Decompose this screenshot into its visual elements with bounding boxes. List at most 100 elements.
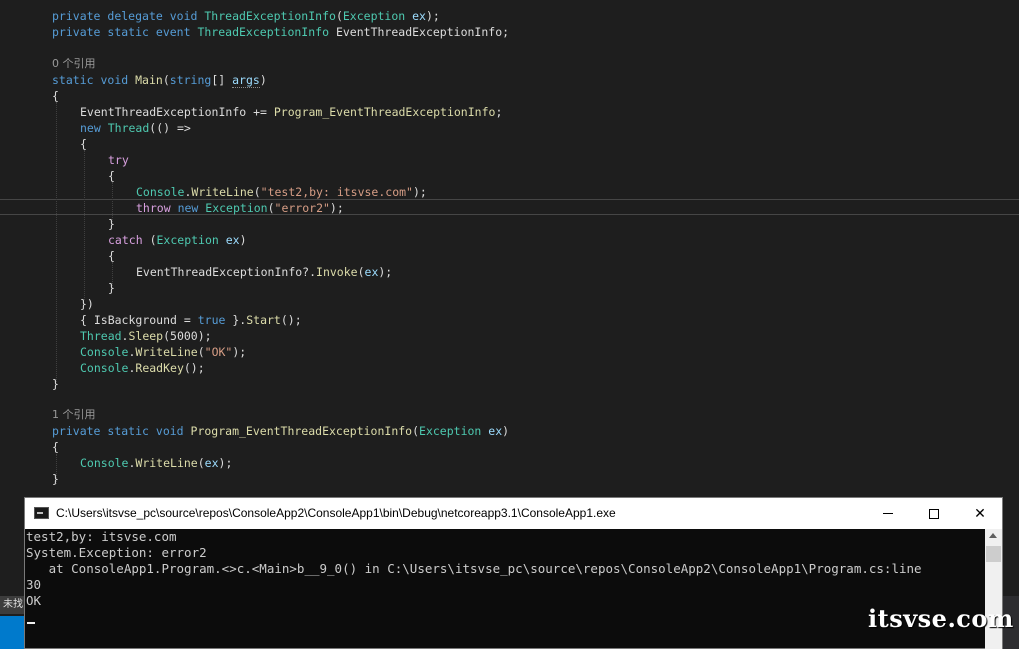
punctuation: ); bbox=[425, 9, 440, 23]
code-line[interactable]: } bbox=[52, 376, 59, 392]
type-name: Console bbox=[136, 185, 185, 199]
status-bar-fragment bbox=[0, 616, 26, 649]
code-line[interactable]: { bbox=[108, 248, 115, 264]
close-button[interactable]: ✕ bbox=[957, 498, 1003, 529]
code-line[interactable]: } bbox=[108, 216, 115, 232]
operator: = bbox=[176, 313, 198, 327]
punctuation: [] bbox=[211, 73, 226, 87]
code-line[interactable]: Thread.Sleep(5000); bbox=[80, 328, 212, 344]
console-line: at ConsoleApp1.Program.<>c.<Main>b__9_0(… bbox=[26, 561, 922, 576]
keyword: throw bbox=[136, 201, 171, 215]
method-name: WriteLine bbox=[135, 456, 198, 470]
punctuation: ( bbox=[335, 9, 343, 23]
keyword: try bbox=[108, 153, 129, 167]
punctuation: ) bbox=[502, 424, 510, 438]
property-name: IsBackground bbox=[93, 313, 177, 327]
type-name: Exception bbox=[342, 9, 406, 23]
punctuation: ); bbox=[232, 345, 247, 359]
code-line[interactable]: { bbox=[52, 88, 59, 104]
method-name: Start bbox=[246, 313, 281, 327]
punctuation: }. bbox=[225, 313, 247, 327]
method-name: Program_EventThreadExceptionInfo bbox=[273, 105, 496, 119]
type-name: Console bbox=[80, 361, 129, 375]
method-name: WriteLine bbox=[135, 345, 198, 359]
code-line[interactable]: Console.WriteLine("OK"); bbox=[80, 344, 246, 360]
punctuation: (); bbox=[183, 361, 205, 375]
keyword: private bbox=[52, 9, 101, 23]
code-line[interactable]: catch (Exception ex) bbox=[108, 232, 247, 248]
console-titlebar[interactable]: C:\Users\itsvse_pc\source\repos\ConsoleA… bbox=[25, 498, 1002, 529]
indent-guide bbox=[56, 102, 57, 382]
code-line[interactable]: private static event ThreadExceptionInfo… bbox=[52, 24, 509, 40]
punctuation: ; bbox=[495, 105, 503, 119]
keyword: new bbox=[177, 201, 199, 215]
keyword: event bbox=[155, 25, 191, 39]
console-app-icon[interactable] bbox=[34, 507, 49, 519]
keyword: true bbox=[197, 313, 226, 327]
operator: ?. bbox=[302, 265, 317, 279]
console-output[interactable]: test2,by: itsvse.com System.Exception: e… bbox=[25, 529, 985, 649]
code-line[interactable]: private delegate void ThreadExceptionInf… bbox=[52, 8, 440, 24]
console-line: System.Exception: error2 bbox=[26, 545, 207, 560]
codelens-references[interactable]: 1 个引用 bbox=[52, 407, 96, 423]
find-panel-tab[interactable]: 未找 bbox=[0, 596, 26, 614]
code-line[interactable]: { bbox=[108, 168, 115, 184]
code-line[interactable]: new Thread(() => bbox=[80, 120, 191, 136]
scroll-thumb[interactable] bbox=[986, 546, 1001, 562]
parameter: ex bbox=[488, 424, 503, 438]
code-line[interactable]: try bbox=[108, 152, 129, 168]
punctuation: ( bbox=[412, 424, 420, 438]
keyword: void bbox=[169, 9, 198, 23]
code-line[interactable]: { IsBackground = true }.Start(); bbox=[80, 312, 302, 328]
punctuation: ( bbox=[267, 201, 275, 215]
method-name: Program_EventThreadExceptionInfo bbox=[190, 424, 413, 438]
code-line[interactable]: } bbox=[108, 280, 115, 296]
type-name: Exception bbox=[156, 233, 219, 247]
text-cursor bbox=[27, 622, 35, 624]
punctuation: ); bbox=[412, 185, 427, 199]
parameter: ex bbox=[364, 265, 379, 279]
punctuation: ( bbox=[253, 185, 261, 199]
punctuation: ( bbox=[197, 345, 205, 359]
console-line: OK bbox=[26, 593, 42, 608]
code-line[interactable]: private static void Program_EventThreadE… bbox=[52, 423, 509, 439]
code-line[interactable]: Console.WriteLine("test2,by: itsvse.com"… bbox=[136, 184, 427, 200]
punctuation: ( bbox=[357, 265, 365, 279]
minimize-button[interactable] bbox=[865, 498, 911, 529]
code-line[interactable]: }) bbox=[80, 296, 94, 312]
method-name: Main bbox=[135, 73, 163, 87]
code-line[interactable]: } bbox=[52, 471, 59, 487]
code-line[interactable]: EventThreadExceptionInfo?.Invoke(ex); bbox=[136, 264, 392, 280]
keyword: string bbox=[169, 73, 212, 87]
method-name: Invoke bbox=[316, 265, 358, 279]
type-name: Console bbox=[80, 456, 129, 470]
codelens-references[interactable]: 0 个引用 bbox=[52, 56, 96, 72]
identifier: EventThreadExceptionInfo bbox=[335, 25, 503, 39]
keyword: delegate bbox=[107, 9, 163, 23]
code-line[interactable]: throw new Exception("error2"); bbox=[136, 200, 344, 216]
code-line[interactable]: Console.ReadKey(); bbox=[80, 360, 205, 376]
punctuation: ( bbox=[162, 73, 170, 87]
string-literal: "OK" bbox=[204, 345, 233, 359]
maximize-button[interactable] bbox=[911, 498, 957, 529]
watermark: itsvse.com bbox=[868, 604, 1014, 633]
code-line[interactable]: Console.WriteLine(ex); bbox=[80, 455, 232, 471]
type-name: Console bbox=[80, 345, 129, 359]
method-name: ReadKey bbox=[135, 361, 184, 375]
code-line[interactable]: static void Main(string[] args) bbox=[52, 72, 267, 88]
scroll-up-arrow-icon[interactable] bbox=[989, 533, 997, 538]
console-window[interactable]: C:\Users\itsvse_pc\source\repos\ConsoleA… bbox=[24, 497, 1003, 649]
editor-gutter bbox=[0, 0, 18, 649]
code-line[interactable]: EventThreadExceptionInfo += Program_Even… bbox=[80, 104, 502, 120]
punctuation: (5000); bbox=[163, 329, 212, 343]
code-line[interactable]: { bbox=[80, 136, 87, 152]
console-line: test2,by: itsvse.com bbox=[26, 529, 177, 544]
parameter: ex bbox=[225, 233, 240, 247]
operator: += bbox=[246, 105, 274, 119]
string-literal: "error2" bbox=[274, 201, 330, 215]
console-title: C:\Users\itsvse_pc\source\repos\ConsoleA… bbox=[56, 506, 616, 520]
punctuation: ); bbox=[218, 456, 233, 470]
keyword: private bbox=[52, 424, 101, 438]
console-line: 30 bbox=[26, 577, 42, 592]
code-line[interactable]: { bbox=[52, 439, 59, 455]
